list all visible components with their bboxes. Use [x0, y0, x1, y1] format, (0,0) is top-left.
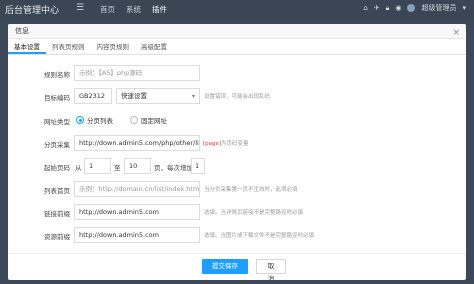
tab-advanced[interactable]: 高级配置 — [135, 40, 173, 54]
url-type-label: 网址类型 — [44, 118, 70, 126]
radio-fixed-url-label: 固定网址 — [141, 117, 167, 125]
encoding-input[interactable]: GB2312 — [74, 88, 112, 104]
tab-bar: 基本设置 列表页规则 内容页规则 高级配置 — [8, 40, 466, 55]
admin-name[interactable]: 超级管理员 — [421, 3, 456, 13]
menu-icon[interactable]: ☰ — [76, 3, 84, 13]
page-collect-input[interactable]: http://down.admin5.com/php/other/list_58… — [74, 135, 200, 151]
radio-fixed-url[interactable]: 固定网址 — [130, 115, 167, 125]
page-variable-token: [page] — [203, 141, 222, 147]
dialog-header: 信息 × — [8, 24, 466, 39]
page-collect-hint: [page]为页码变量 — [203, 139, 249, 147]
start-page-step-label: 页，每次增加 — [154, 164, 193, 172]
form-row-rule-name: 规则名称 示例：【A5】php源码 — [8, 65, 466, 81]
tab-basic-settings[interactable]: 基本设置 — [8, 40, 46, 54]
form-row-page-collect: 分页采集 http://down.admin5.com/php/other/li… — [8, 135, 466, 151]
page-collect-label: 分页采集 — [44, 141, 70, 149]
form-row-resource-prefix: 资源前缀 http://down.admin5.com 选填。当图片或下载文件不… — [8, 227, 466, 243]
link-prefix-hint: 选填。当详情页链接不是完整路径时必填 — [204, 210, 304, 216]
pin-icon[interactable]: ✈ — [374, 4, 380, 12]
top-nav-bar: 后台管理中心 ☰ 首页 系统 插件 ⌂ ✈ 🔒︎ ◉ 超级管理员 ▾ — [0, 0, 474, 17]
encoding-label: 目标编码 — [44, 94, 70, 102]
dialog-title: 信息 — [15, 27, 29, 35]
encoding-hint: 设置错误，可能会出现乱码 — [204, 94, 271, 100]
encoding-select-value: 快速设置 — [121, 92, 147, 100]
radio-checked-icon — [76, 116, 84, 124]
rule-name-input[interactable]: 示例：【A5】php源码 — [74, 65, 200, 81]
start-page-step-input[interactable]: 1 — [191, 158, 205, 174]
start-page-to-input[interactable]: 10 — [124, 158, 151, 174]
list-page-input[interactable]: 示例：http://domain.cn/list/index.html — [74, 181, 200, 197]
rule-edit-dialog: 信息 × 基本设置 列表页规则 内容页规则 高级配置 规则名称 示例：【A5】p… — [8, 24, 466, 280]
start-page-from-input[interactable]: 1 — [84, 158, 111, 174]
nav-item-plugins[interactable]: 插件 — [152, 4, 167, 15]
dialog-footer: 提交保存 取消 — [8, 253, 466, 280]
home-icon[interactable]: ⌂ — [363, 4, 367, 12]
form-row-list-page: 列表首页 示例：http://domain.cn/list/index.html… — [8, 181, 466, 197]
tab-content-rules[interactable]: 内容页规则 — [91, 40, 136, 54]
tab-list-rules[interactable]: 列表页规则 — [46, 40, 91, 54]
close-icon[interactable]: × — [452, 26, 460, 41]
start-page-label: 起始页码 — [44, 164, 70, 172]
link-prefix-label: 链接前缀 — [44, 210, 70, 218]
top-right-toolbar: ⌂ ✈ 🔒︎ ◉ 超级管理员 ▾ — [363, 3, 466, 13]
chevron-down-icon[interactable]: ▾ — [462, 4, 466, 12]
resource-prefix-hint: 选填。当图片或下载文件不是完整路径时必填 — [204, 233, 315, 239]
palette-icon[interactable]: ◉ — [395, 4, 401, 12]
start-page-prefix: 从 — [75, 164, 82, 172]
chevron-down-icon: ▾ — [191, 93, 195, 100]
form-row-start-page: 起始页码 从 1 至 10 页，每次增加 1 — [8, 158, 466, 174]
list-page-label: 列表首页 — [44, 187, 70, 195]
form-row-encoding: 目标编码 GB2312 快速设置 ▾ 设置错误，可能会出现乱码 — [8, 88, 466, 104]
page-collect-hint-text: 为页码变量 — [221, 141, 249, 147]
brand-title: 后台管理中心 — [5, 6, 60, 16]
rule-name-label: 规则名称 — [44, 71, 70, 79]
encoding-select[interactable]: 快速设置 ▾ — [116, 88, 200, 104]
nav-item-home[interactable]: 首页 — [100, 4, 115, 15]
resource-prefix-input[interactable]: http://down.admin5.com — [74, 227, 200, 243]
radio-paged-list-label: 分页列表 — [87, 117, 113, 125]
cancel-button[interactable]: 取消 — [256, 259, 286, 280]
nav-item-system[interactable]: 系统 — [126, 4, 141, 15]
form-row-url-type: 网址类型 分页列表 固定网址 — [8, 112, 466, 128]
link-prefix-input[interactable]: http://down.admin5.com — [74, 204, 200, 220]
lock-icon[interactable]: 🔒︎ — [386, 4, 390, 13]
start-page-to-label: 至 — [114, 164, 121, 172]
list-page-hint: 当分页采集第一页不生效时，此项必填 — [204, 187, 298, 193]
radio-unchecked-icon — [130, 116, 138, 124]
avatar[interactable] — [407, 4, 416, 12]
submit-save-button[interactable]: 提交保存 — [202, 259, 248, 274]
radio-paged-list[interactable]: 分页列表 — [76, 115, 113, 125]
form-row-link-prefix: 链接前缀 http://down.admin5.com 选填。当详情页链接不是完… — [8, 204, 466, 220]
resource-prefix-label: 资源前缀 — [44, 233, 70, 241]
